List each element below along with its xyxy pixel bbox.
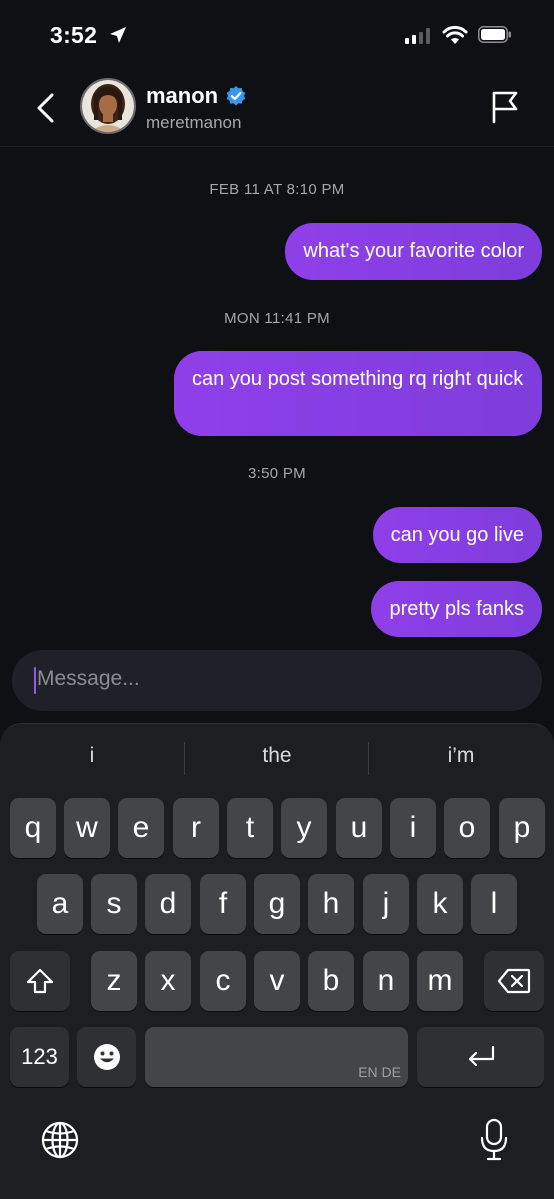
- key-w[interactable]: w: [64, 798, 110, 858]
- space-key[interactable]: EN DE: [145, 1027, 408, 1087]
- backspace-icon: [497, 968, 531, 994]
- key-o[interactable]: o: [444, 798, 490, 858]
- key-p[interactable]: p: [499, 798, 545, 858]
- microphone-icon[interactable]: [479, 1118, 509, 1162]
- suggestion-1[interactable]: i: [0, 744, 184, 768]
- message-input-placeholder: Message...: [37, 667, 140, 690]
- key-x[interactable]: x: [145, 951, 191, 1011]
- key-u[interactable]: u: [336, 798, 382, 858]
- text-cursor: [34, 667, 36, 694]
- globe-icon[interactable]: [40, 1120, 80, 1160]
- key-f[interactable]: f: [200, 874, 246, 934]
- timestamp: MON 11:41 PM: [224, 310, 330, 327]
- return-key[interactable]: [417, 1027, 544, 1087]
- backspace-key[interactable]: [484, 951, 544, 1011]
- message-bubble[interactable]: can you post something rq right quick: [174, 351, 542, 436]
- emoji-key[interactable]: [77, 1027, 136, 1087]
- key-a[interactable]: a: [37, 874, 83, 934]
- key-i[interactable]: i: [390, 798, 436, 858]
- message-bubble[interactable]: what's your favorite color: [285, 223, 542, 280]
- numbers-key[interactable]: 123: [10, 1027, 69, 1087]
- status-time: 3:52: [50, 22, 98, 48]
- return-icon: [468, 1045, 494, 1067]
- message-input[interactable]: Message...: [12, 650, 542, 711]
- contact-name-row[interactable]: manon: [146, 83, 247, 109]
- wifi-icon: [442, 25, 468, 44]
- key-z[interactable]: z: [91, 951, 137, 1011]
- key-v[interactable]: v: [254, 951, 300, 1011]
- message-bubble[interactable]: can you go live: [372, 507, 542, 563]
- key-y[interactable]: y: [281, 798, 327, 858]
- status-bar: 3:52: [0, 0, 554, 70]
- suggestion-3[interactable]: i’m: [369, 744, 553, 768]
- chat-header: manon meretmanon: [0, 70, 554, 147]
- verified-badge-icon: [226, 86, 246, 106]
- space-languages-label: EN DE: [358, 1064, 401, 1080]
- key-d[interactable]: d: [145, 874, 191, 934]
- shift-key[interactable]: [10, 951, 70, 1011]
- timestamp: 3:50 PM: [248, 465, 306, 482]
- key-t[interactable]: t: [227, 798, 273, 858]
- key-k[interactable]: k: [417, 874, 463, 934]
- cellular-signal-icon: [405, 28, 430, 44]
- key-s[interactable]: s: [91, 874, 137, 934]
- key-j[interactable]: j: [363, 874, 409, 934]
- key-g[interactable]: g: [254, 874, 300, 934]
- avatar[interactable]: [80, 78, 136, 134]
- key-c[interactable]: c: [200, 951, 246, 1011]
- key-h[interactable]: h: [308, 874, 354, 934]
- key-l[interactable]: l: [471, 874, 517, 934]
- key-n[interactable]: n: [363, 951, 409, 1011]
- key-r[interactable]: r: [173, 798, 219, 858]
- location-arrow-icon: [110, 27, 126, 43]
- key-e[interactable]: e: [118, 798, 164, 858]
- key-m[interactable]: m: [417, 951, 463, 1011]
- battery-icon: [478, 26, 511, 43]
- timestamp: FEB 11 AT 8:10 PM: [209, 181, 345, 198]
- contact-handle: meretmanon: [146, 113, 242, 132]
- key-q[interactable]: q: [10, 798, 56, 858]
- key-b[interactable]: b: [308, 951, 354, 1011]
- suggestion-2[interactable]: the: [185, 744, 369, 768]
- contact-name: manon: [146, 83, 219, 108]
- message-bubble[interactable]: pretty pls fanks: [371, 581, 542, 637]
- emoji-icon: [93, 1044, 120, 1070]
- report-flag-icon[interactable]: [490, 90, 520, 124]
- back-chevron-icon[interactable]: [34, 92, 58, 124]
- shift-icon: [26, 968, 54, 994]
